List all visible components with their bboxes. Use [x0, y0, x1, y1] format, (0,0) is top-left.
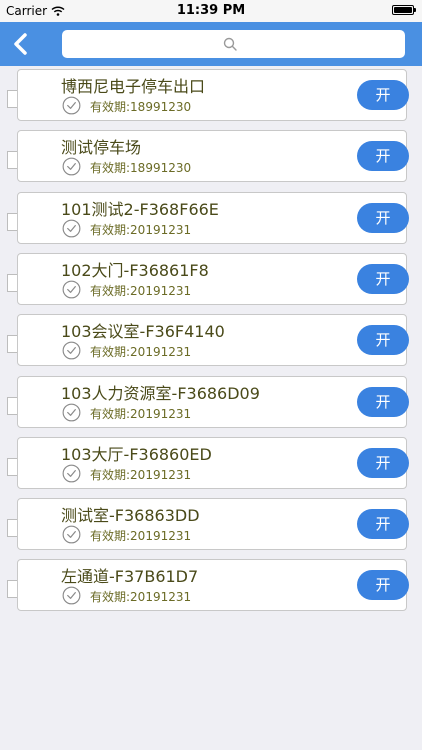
validity-label: 有效期:20191231 — [90, 222, 192, 237]
door-name: 测试停车场 — [61, 138, 142, 158]
validity-label: 有效期:20191231 — [90, 283, 192, 298]
validity-label: 有效期:18991230 — [90, 161, 192, 176]
open-door-button[interactable]: 开 — [357, 386, 409, 417]
list-item: 101测试2-F368F66E 有效期:20191231 开 — [0, 189, 422, 245]
list-item: 测试室-F36863DD 有效期:20191231 开 — [0, 495, 422, 551]
open-door-button[interactable]: 开 — [357, 509, 409, 540]
validity-label: 有效期:20191231 — [90, 406, 192, 421]
door-card: 102大门-F36861F8 有效期:20191231 开 — [17, 252, 409, 305]
list-item: 103会议室-F36F4140 有效期:20191231 开 — [0, 311, 422, 367]
list-item: 103大厅-F36860ED 有效期:20191231 开 — [0, 434, 422, 490]
door-name: 101测试2-F368F66E — [61, 199, 219, 219]
open-door-button[interactable]: 开 — [357, 263, 409, 294]
door-card: 103大厅-F36860ED 有效期:20191231 开 — [17, 436, 409, 489]
open-door-button[interactable]: 开 — [357, 570, 409, 601]
clock-icon — [62, 403, 81, 421]
validity-label: 有效期:18991230 — [90, 100, 192, 114]
door-name: 测试室-F36863DD — [61, 506, 200, 526]
nav-bar — [0, 22, 422, 66]
door-name: 103人力资源室-F3686D09 — [61, 383, 260, 403]
door-name: 102大门-F36861F8 — [61, 260, 209, 280]
door-card: 博西尼电子停车出口有效期:18991230 开 — [17, 69, 409, 121]
door-name: 博西尼电子停车出口 — [61, 77, 206, 96]
list-item: 102大门-F36861F8 有效期:20191231 开 — [0, 250, 422, 306]
battery-icon — [392, 5, 416, 15]
clock-icon — [62, 157, 81, 176]
door-card: 103人力资源室-F3686D09 有效期:20191231 开 — [17, 375, 409, 428]
door-name: 103会议室-F36F4140 — [61, 322, 225, 342]
clock-icon — [62, 464, 81, 483]
door-card: 左通道-F37B61D7 有效期:20191231 开 — [17, 559, 409, 612]
validity-label: 有效期:20191231 — [90, 590, 192, 605]
door-name: 左通道-F37B61D7 — [61, 567, 199, 587]
list-item: 103人力资源室-F3686D09 有效期:20191231 开 — [0, 373, 422, 429]
search-input[interactable] — [62, 30, 405, 58]
clock-icon — [62, 341, 81, 360]
status-bar: Carrier 11:39 PM — [0, 0, 422, 22]
open-door-button[interactable]: 开 — [357, 80, 409, 110]
door-card: 103会议室-F36F4140 有效期:20191231 开 — [17, 314, 409, 367]
open-door-button[interactable]: 开 — [357, 325, 409, 356]
status-time: 11:39 PM — [176, 3, 246, 18]
list-item: 左通道-F37B61D7 有效期:20191231 开 — [0, 556, 422, 612]
clock-icon — [62, 525, 81, 544]
clock-icon — [62, 219, 81, 238]
list-item: 博西尼电子停车出口有效期:18991230 开 — [0, 66, 422, 122]
validity-label: 有效期:20191231 — [90, 345, 192, 360]
search-field[interactable] — [62, 30, 405, 58]
door-card: 测试室-F36863DD 有效期:20191231 开 — [17, 498, 409, 551]
clock-icon — [62, 280, 81, 299]
list-item: 测试停车场有效期:18991230 开 — [0, 127, 422, 183]
door-card: 测试停车场有效期:18991230 开 — [17, 130, 409, 183]
open-door-button[interactable]: 开 — [357, 447, 409, 478]
open-door-button[interactable]: 开 — [357, 202, 409, 233]
open-door-button[interactable]: 开 — [357, 141, 409, 172]
clock-icon — [62, 96, 81, 115]
clock-icon — [62, 586, 81, 605]
validity-label: 有效期:20191231 — [90, 467, 192, 482]
door-name: 103大厅-F36860ED — [61, 444, 212, 464]
door-card: 101测试2-F368F66E 有效期:20191231 开 — [17, 191, 409, 244]
chevron-left-icon[interactable] — [8, 30, 36, 58]
validity-label: 有效期:20191231 — [90, 529, 192, 544]
